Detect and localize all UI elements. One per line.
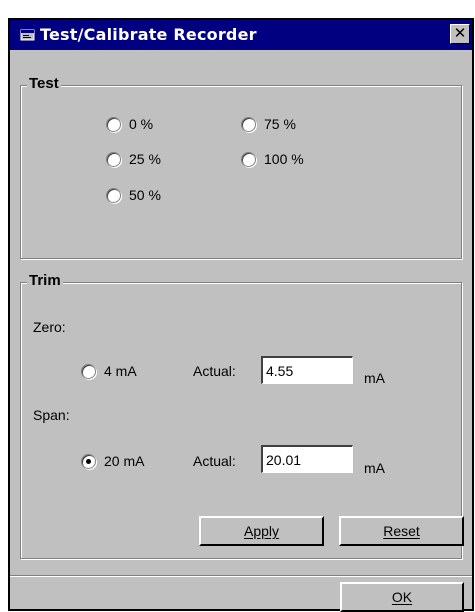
radio-button-icon (241, 151, 256, 167)
test-radio-50[interactable]: 50 % (106, 187, 161, 203)
window-icon (20, 29, 35, 41)
apply-button-label: Apply (243, 523, 280, 539)
dialog-window: Test/Calibrate Recorder ✕ Test 0 % 25 % … (8, 18, 474, 612)
zero-actual-input[interactable] (261, 356, 353, 384)
footer-divider (10, 575, 472, 577)
test-radio-0[interactable]: 0 % (106, 116, 153, 132)
reset-button[interactable]: Reset (339, 516, 464, 546)
radio-label: 0 % (129, 116, 154, 132)
reset-button-label: Reset (383, 523, 420, 539)
test-radio-75[interactable]: 75 % (241, 116, 296, 132)
trim-group-label: Trim (27, 272, 63, 289)
window-title: Test/Calibrate Recorder (40, 25, 257, 44)
span-actual-label: Actual: (193, 453, 236, 469)
zero-unit-label: mA (364, 370, 385, 386)
radio-button-icon (106, 187, 121, 203)
span-label: Span: (33, 407, 70, 423)
span-20ma-radio[interactable]: 20 mA (81, 453, 144, 469)
radio-button-icon (81, 363, 96, 379)
zero-actual-label: Actual: (193, 363, 236, 379)
span-unit-label: mA (364, 460, 385, 476)
close-icon[interactable]: ✕ (450, 24, 470, 44)
radio-label: 4 mA (104, 363, 137, 379)
test-radio-25[interactable]: 25 % (106, 151, 161, 167)
radio-label: 25 % (129, 151, 161, 167)
test-group: Test 0 % 25 % 50 % 75 % 100 % (20, 75, 462, 259)
radio-button-icon (241, 116, 256, 132)
ok-button-label: OK (391, 589, 413, 605)
radio-button-icon (106, 151, 121, 167)
zero-4ma-radio[interactable]: 4 mA (81, 363, 137, 379)
title-bar[interactable]: Test/Calibrate Recorder ✕ (10, 20, 472, 50)
radio-label: 50 % (129, 187, 161, 203)
radio-label: 75 % (264, 116, 296, 132)
radio-label: 100 % (264, 151, 304, 167)
radio-label: 20 mA (104, 453, 145, 469)
radio-button-selected-icon (81, 453, 96, 469)
radio-button-icon (106, 116, 121, 132)
span-actual-input[interactable] (261, 445, 353, 473)
zero-label: Zero: (33, 319, 66, 335)
ok-button[interactable]: OK (340, 582, 464, 612)
trim-group: Trim Zero: 4 mA Actual: mA Span: 20 mA A… (20, 272, 464, 559)
apply-button[interactable]: Apply (199, 516, 324, 546)
test-group-label: Test (27, 75, 61, 92)
test-radio-100[interactable]: 100 % (241, 151, 304, 167)
